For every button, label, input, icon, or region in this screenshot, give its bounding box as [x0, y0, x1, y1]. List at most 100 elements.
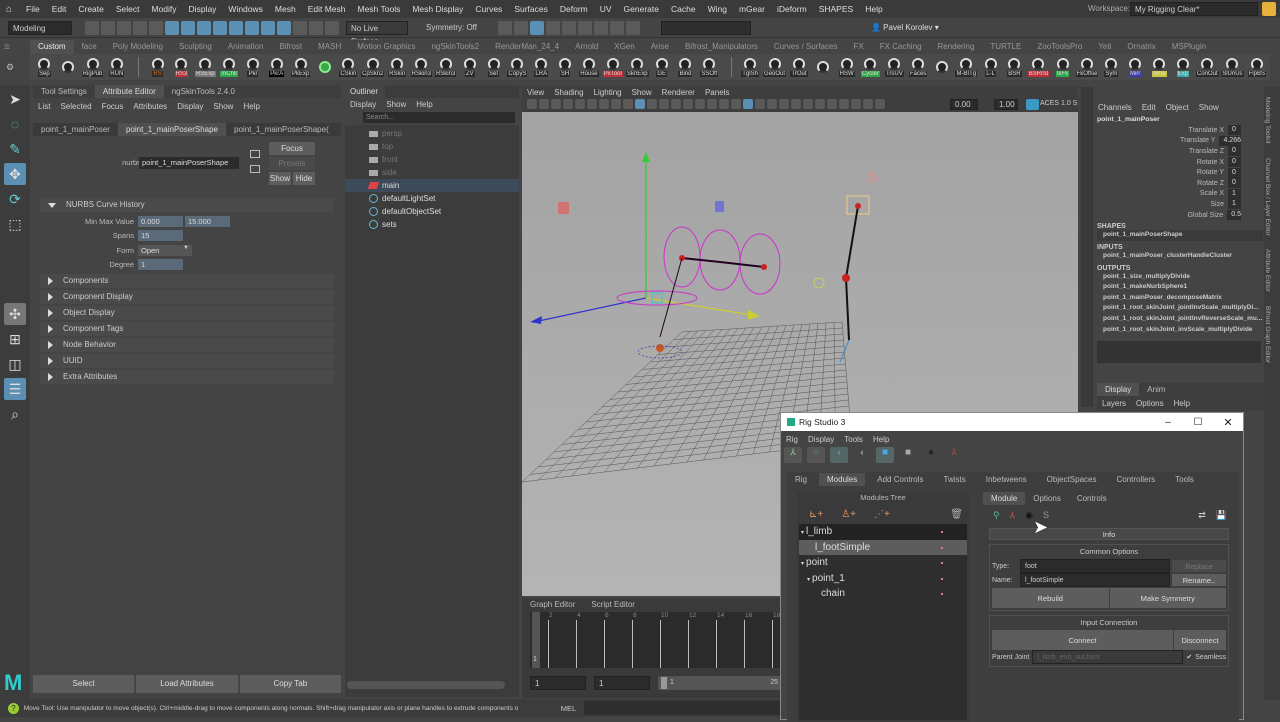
tab-attribute-editor[interactable]: Attribute Editor: [94, 85, 164, 98]
viewport-tool-icon[interactable]: [587, 99, 597, 109]
shelf-button[interactable]: RigPub: [81, 57, 104, 77]
shelf-tab-motion-graphics[interactable]: Motion Graphics: [349, 40, 423, 54]
channel-node-item[interactable]: point_1_makeNurbSphere1: [1097, 282, 1263, 293]
channel-node-item[interactable]: point_1_mainPoser_clusterHandleCluster: [1097, 251, 1263, 262]
color-management-icon[interactable]: [1026, 99, 1039, 110]
home-icon[interactable]: ⌂: [6, 4, 20, 15]
menu-deform[interactable]: Deform: [554, 4, 594, 14]
exposure-field[interactable]: 0.00: [950, 99, 978, 110]
spans-field[interactable]: 15: [138, 230, 183, 241]
menu-cache[interactable]: Cache: [665, 4, 702, 14]
viewport-tool-icon[interactable]: [599, 99, 609, 109]
status-tool-icon[interactable]: [165, 20, 179, 35]
viewport-menu-show[interactable]: Show: [627, 88, 657, 97]
shelf-button[interactable]: RS3: [171, 57, 192, 77]
viewport-menu-view[interactable]: View: [522, 88, 549, 97]
shelf-tab-face[interactable]: face: [74, 40, 105, 54]
rig-tab-controllers[interactable]: Controllers: [1108, 473, 1163, 486]
render-tool-icon[interactable]: [561, 20, 576, 35]
menu-uv[interactable]: UV: [594, 4, 618, 14]
rig-tab-twists[interactable]: Twists: [936, 473, 974, 486]
lasso-tool-icon[interactable]: ◌: [4, 113, 26, 135]
shelf-button[interactable]: [58, 60, 79, 74]
viewport-tool-icon[interactable]: [803, 99, 813, 109]
menu-create[interactable]: Create: [72, 4, 110, 14]
outliner-item-sets[interactable]: sets: [345, 218, 519, 231]
workspace-dropdown[interactable]: My Rigging Clear*: [1130, 2, 1258, 16]
shelf-button[interactable]: RSkin: [387, 57, 408, 77]
channel-node-item[interactable]: point_1_root_skinJoint_jointInvReverseSc…: [1097, 314, 1263, 325]
status-tool-icon[interactable]: [261, 20, 275, 35]
rig-menu-help[interactable]: Help: [868, 435, 894, 444]
render-tool-icon[interactable]: [593, 20, 608, 35]
nurbs-curve-history-frame[interactable]: NURBS Curve History: [40, 198, 334, 212]
shelf-button[interactable]: Bind: [675, 57, 696, 77]
scale-tool-icon[interactable]: ⬚: [4, 213, 26, 235]
viewport-tool-icon[interactable]: [779, 99, 789, 109]
menu-shapes[interactable]: SHAPES: [813, 4, 860, 14]
select-module-icon[interactable]: ⚲: [993, 510, 1000, 521]
shelf-tab-fx-caching[interactable]: FX Caching: [872, 40, 930, 54]
channel-node-item[interactable]: point_1_size_multiplyDivide: [1097, 272, 1263, 283]
shelf-button[interactable]: L-L: [980, 57, 1001, 77]
layer-menu-help[interactable]: Help: [1169, 399, 1195, 408]
viewport-tool-icon[interactable]: [575, 99, 585, 109]
command-input[interactable]: [660, 20, 751, 35]
outliner-horizontal-scrollbar[interactable]: [347, 681, 505, 689]
shelf-button[interactable]: SlUnUs: [1221, 57, 1244, 77]
node-tab[interactable]: point_1_mainPoserShape: [117, 123, 227, 136]
rig-tab-rig[interactable]: Rig: [787, 473, 815, 486]
expand-arrow-icon[interactable]: ▾: [801, 561, 804, 567]
viewport-tool-icon[interactable]: [539, 99, 549, 109]
layer-menu-options[interactable]: Options: [1131, 399, 1169, 408]
layer-tab-anim[interactable]: Anim: [1139, 383, 1173, 396]
lock-icon[interactable]: [1262, 2, 1276, 16]
outliner-item-persp[interactable]: persp: [345, 127, 519, 140]
node-name-field[interactable]: point_1_mainPoserShape: [139, 157, 239, 169]
shelf-tab-msplugin[interactable]: MSPlugin: [1164, 40, 1214, 54]
module-subtab-options[interactable]: Options: [1025, 492, 1069, 505]
shelf-button[interactable]: Mirr: [1125, 57, 1146, 77]
chevron-down-icon[interactable]: ▼: [180, 244, 192, 256]
max-value-field[interactable]: 15.000: [185, 215, 230, 227]
connect-button[interactable]: Connect: [992, 630, 1173, 650]
menu-curves[interactable]: Curves: [469, 4, 508, 14]
side-tab[interactable]: Modeling Toolkit: [1264, 97, 1271, 144]
shelf-button[interactable]: Faces: [908, 57, 929, 77]
menu-help[interactable]: Help: [859, 4, 888, 14]
section-components[interactable]: Components: [40, 274, 334, 288]
status-tool-icon[interactable]: [85, 20, 99, 35]
shelf-tab-rendering[interactable]: Rendering: [929, 40, 982, 54]
menu-display[interactable]: Display: [183, 4, 223, 14]
section-node-behavior[interactable]: Node Behavior: [40, 338, 334, 352]
add-biped-module-icon[interactable]: ♙+: [841, 509, 856, 520]
channel-value-field[interactable]: 0: [1228, 125, 1241, 136]
shelf-tab-mash[interactable]: MASH: [310, 40, 349, 54]
shelf-button[interactable]: GE: [651, 57, 672, 77]
degree-field[interactable]: 1: [138, 259, 183, 270]
circle-control-icon[interactable]: ○: [807, 447, 825, 463]
status-tool-icon[interactable]: [133, 20, 147, 35]
outliner-menu-show[interactable]: Show: [381, 100, 411, 109]
rebuild-button[interactable]: Rebuild: [992, 588, 1109, 608]
channel-row[interactable]: Rotate X 0: [1093, 157, 1261, 168]
rename-button[interactable]: Rename..: [1172, 574, 1226, 586]
tab-tool-settings[interactable]: Tool Settings: [33, 85, 95, 98]
shelf-tab-zootoolspro[interactable]: ZooToolsPro: [1029, 40, 1090, 54]
status-tool-icon[interactable]: [117, 20, 131, 35]
menu-file[interactable]: File: [20, 4, 46, 14]
shelf-button[interactable]: FkOffse: [1075, 57, 1099, 77]
swap-icon[interactable]: ⇄: [1198, 510, 1206, 521]
shelf-button[interactable]: PxTool: [602, 57, 623, 77]
shelf-button[interactable]: RUN: [106, 57, 127, 77]
status-tool-icon[interactable]: [309, 20, 323, 35]
shelf-button[interactable]: BSR: [1004, 57, 1025, 77]
info-section[interactable]: Info: [989, 528, 1229, 540]
attr-menu-selected[interactable]: Selected: [55, 102, 96, 111]
viewport-tool-icon[interactable]: [563, 99, 573, 109]
side-tab[interactable]: Bifrost Graph Editor: [1264, 306, 1271, 363]
channel-value-field[interactable]: 0: [1228, 146, 1241, 157]
shelf-button[interactable]: ConOut: [1196, 57, 1219, 77]
shelf-button[interactable]: CopyS: [507, 57, 528, 77]
cube-blue-icon[interactable]: ■: [876, 447, 894, 463]
